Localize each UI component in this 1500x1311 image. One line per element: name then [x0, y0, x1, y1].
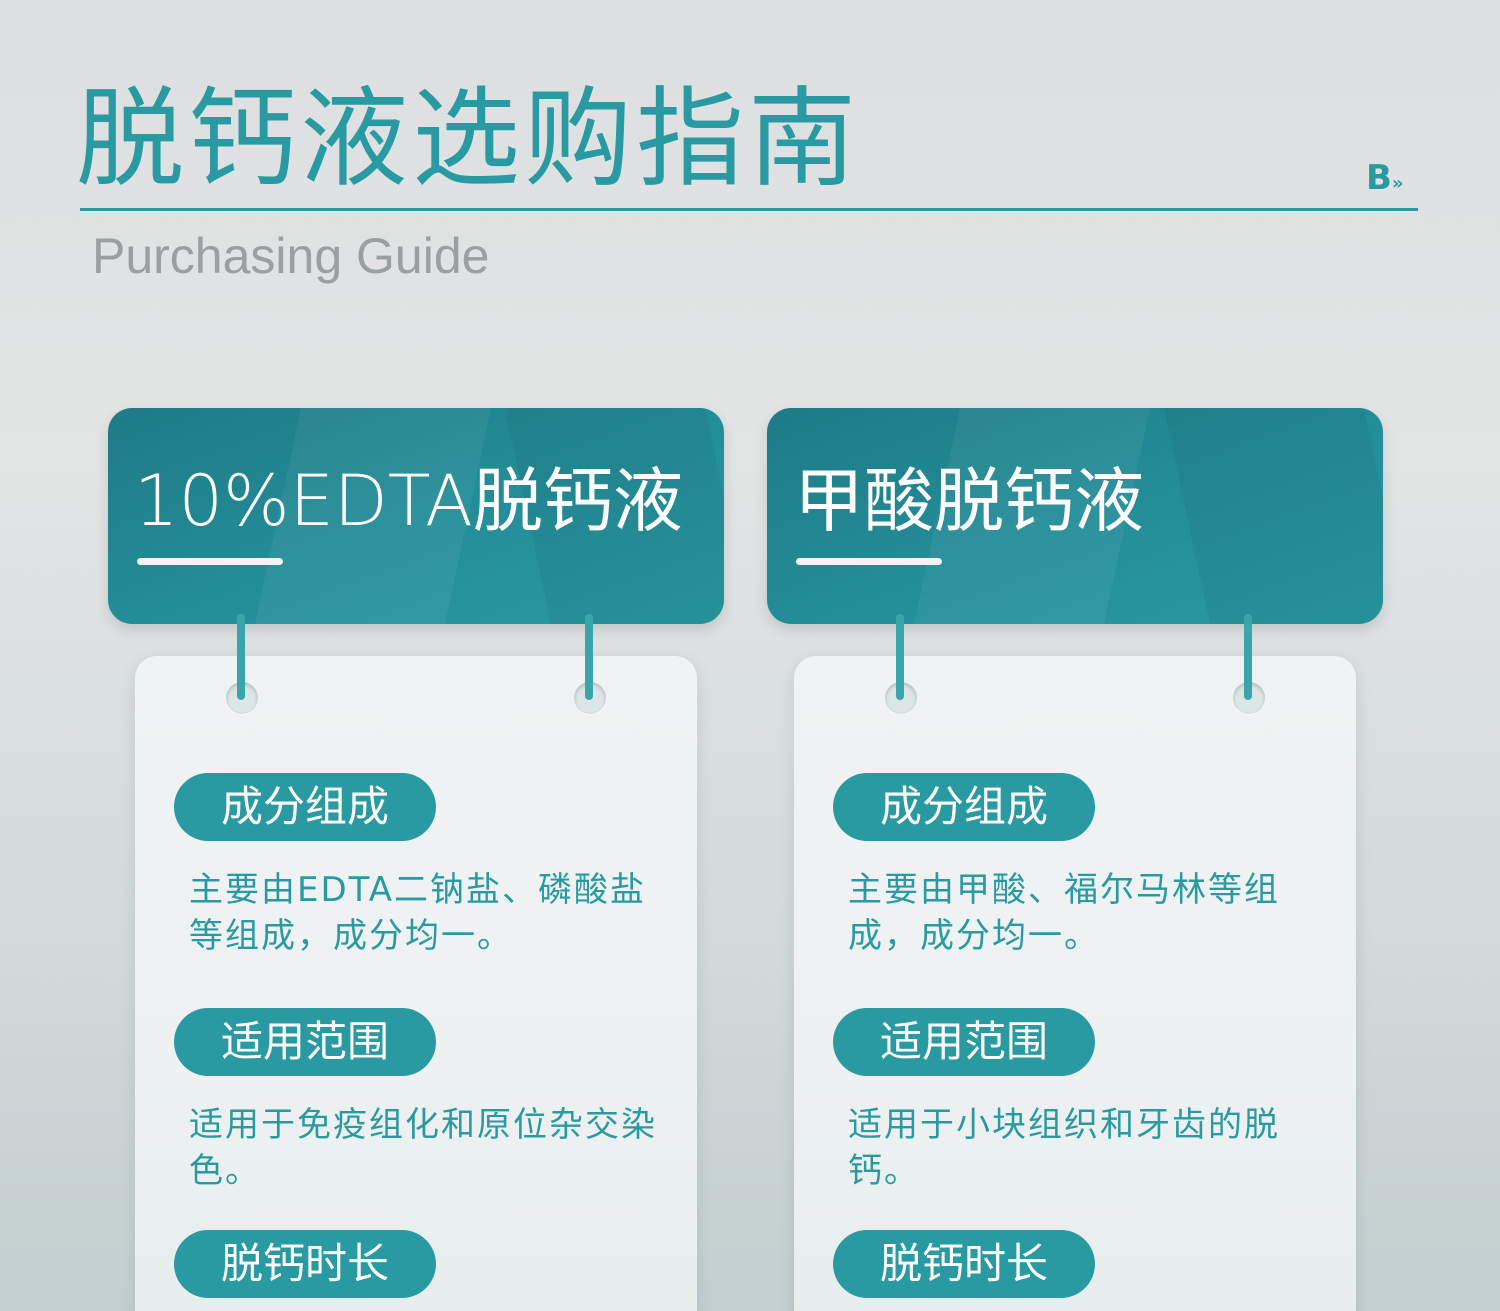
section-label-composition: 成分组成: [174, 773, 436, 841]
section-text-scope: 适用于免疫组化和原位杂交染色。: [189, 1105, 657, 1191]
hanger-strap: [1244, 614, 1252, 700]
page-title: 脱钙液选购指南: [76, 77, 861, 202]
section-label-composition: 成分组成: [833, 773, 1095, 841]
section-text-composition: 主要由EDTA二钠盐、磷酸盐等组成，成分均一。: [189, 870, 647, 956]
section-label-scope: 适用范围: [174, 1008, 436, 1076]
section-label-duration: 脱钙时长: [833, 1230, 1095, 1298]
section-text-composition: 主要由甲酸、福尔马林等组成，成分均一。: [848, 870, 1280, 956]
product-underline-edta: [137, 558, 283, 565]
hanger-strap: [237, 614, 245, 700]
info-card-formic: [794, 656, 1356, 1311]
product-name-formic: 甲酸脱钙液: [794, 460, 1144, 542]
hanger-strap: [896, 614, 904, 700]
info-card-edta: [135, 656, 697, 1311]
brand-logo-letter: B: [1366, 158, 1392, 198]
section-label-duration: 脱钙时长: [174, 1230, 436, 1298]
brand-logo: B»: [1366, 158, 1404, 204]
section-text-scope: 适用于小块组织和牙齿的脱钙。: [848, 1105, 1280, 1191]
product-name-edta: 10%EDTA脱钙液: [134, 460, 683, 542]
hanger-strap: [585, 614, 593, 700]
product-underline-formic: [796, 558, 942, 565]
title-rule: [80, 208, 1418, 211]
page-subtitle: Purchasing Guide: [92, 228, 490, 284]
section-label-scope: 适用范围: [833, 1008, 1095, 1076]
brand-logo-mark: »: [1391, 173, 1404, 194]
